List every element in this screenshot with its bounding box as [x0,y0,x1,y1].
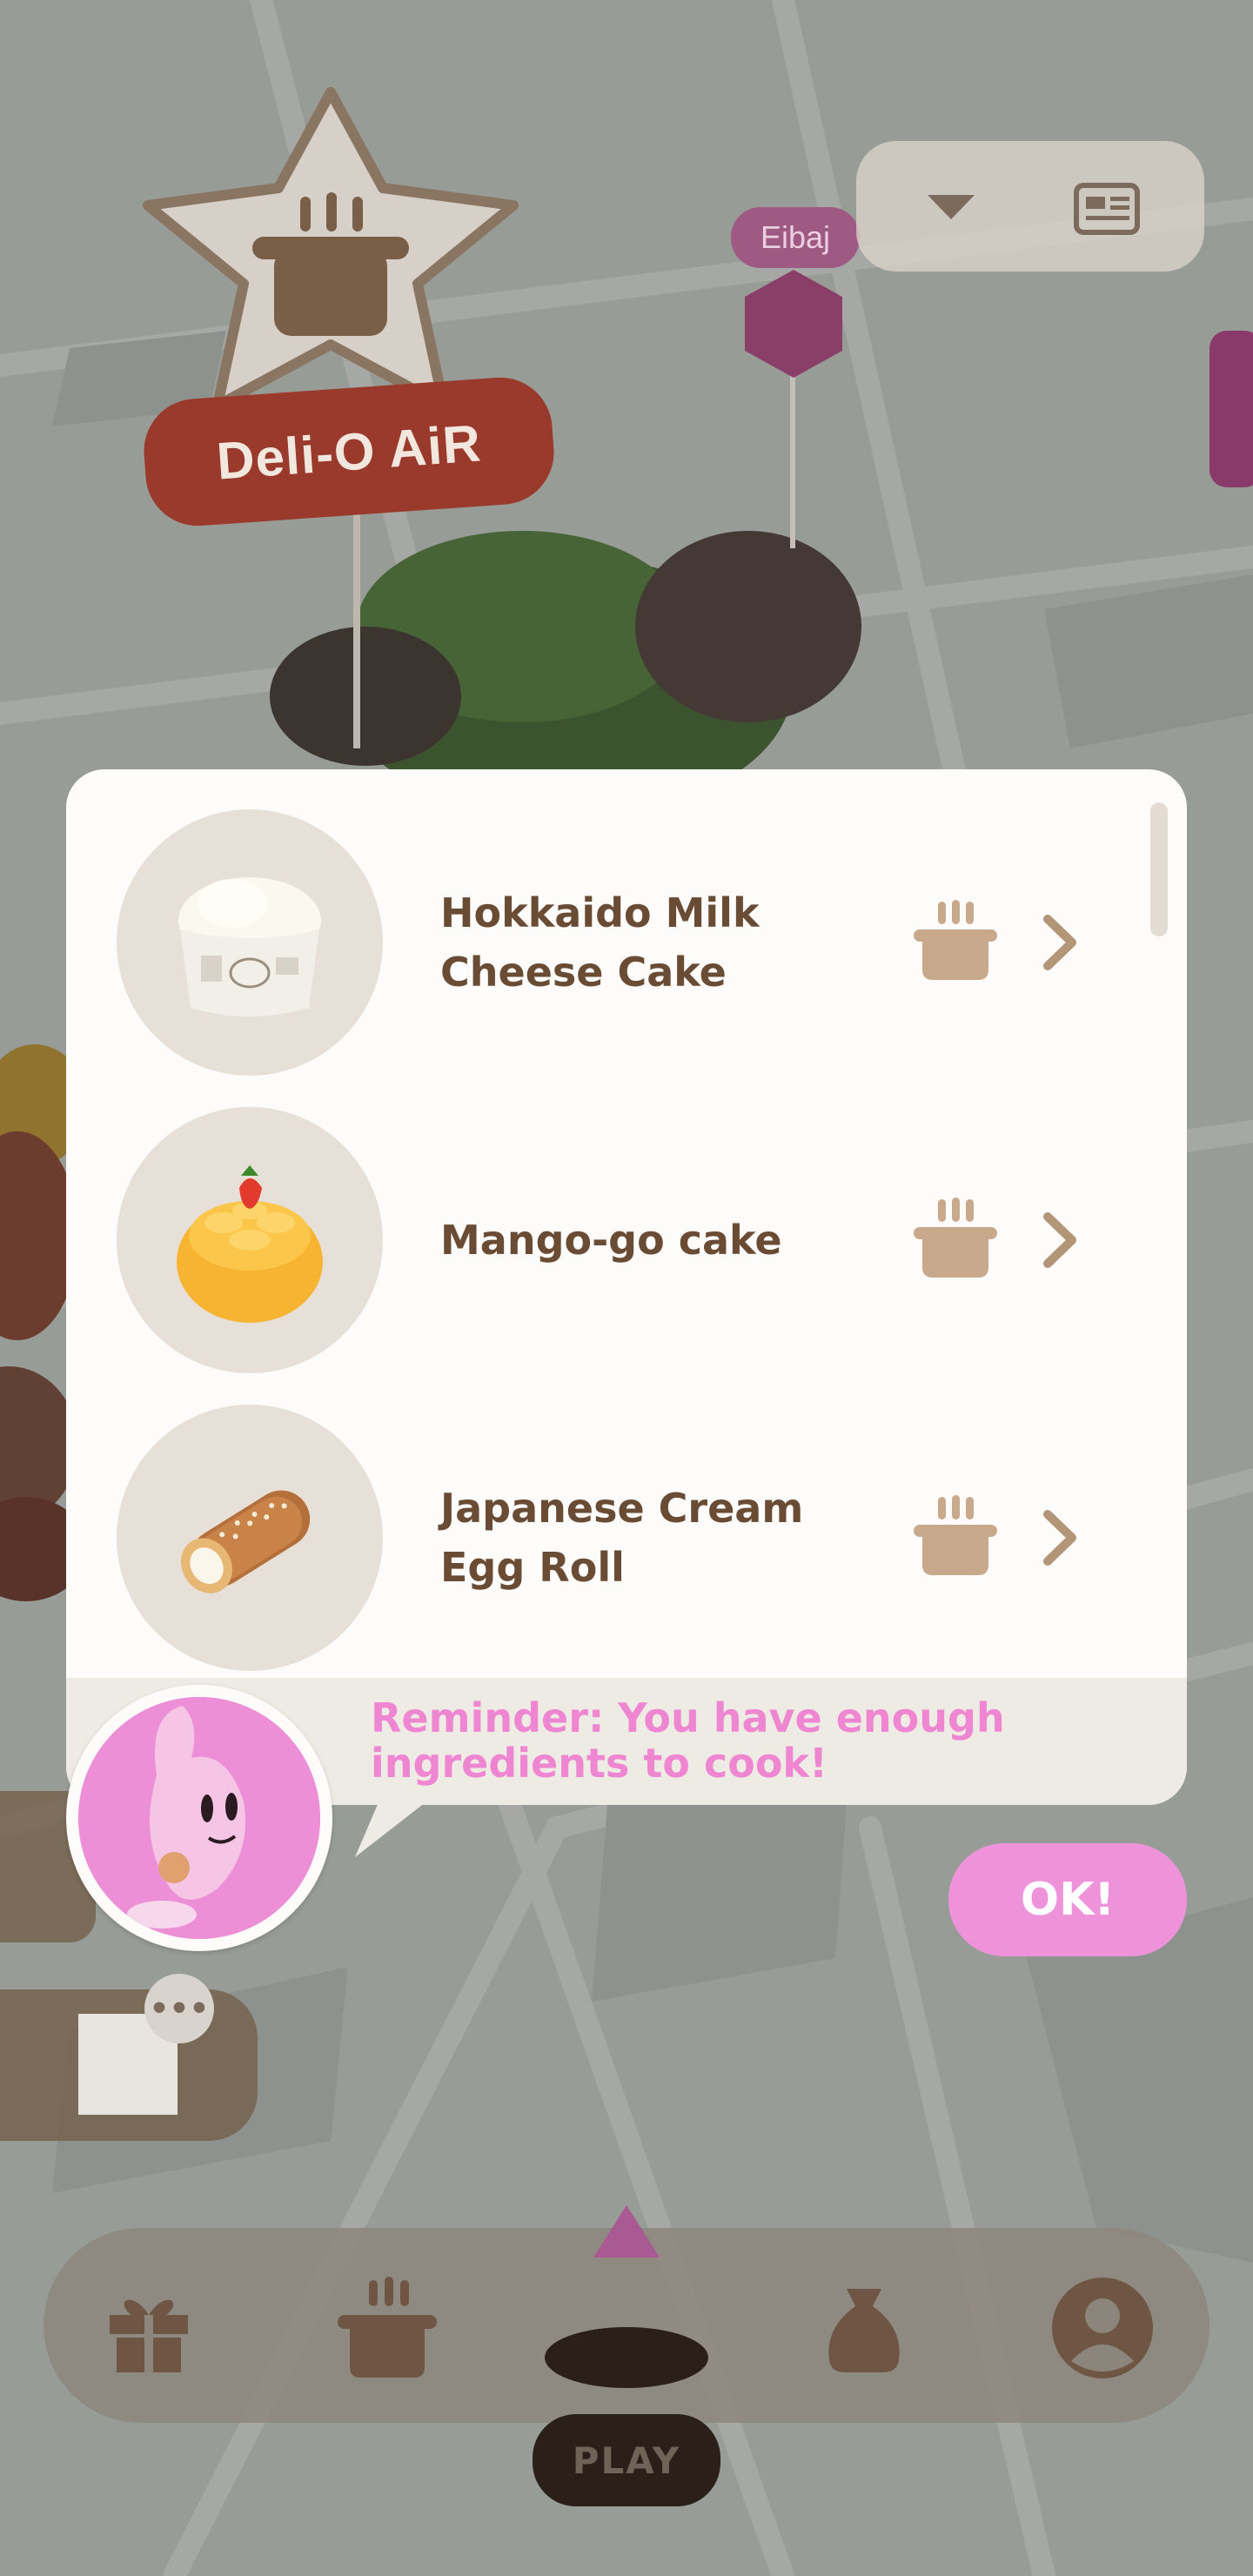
recipe-image [117,1405,383,1671]
pot-icon [914,1495,997,1575]
store-star-marker-icon[interactable] [131,84,531,414]
gift-icon [110,2299,188,2372]
pot-icon [914,900,997,980]
play-pad[interactable] [545,2327,708,2388]
nav-bag-button[interactable] [799,2263,929,2393]
pink-mascot-icon [78,1697,320,1939]
mascot-avatar [66,1685,332,1951]
cream-egg-roll-icon [181,1490,311,1593]
play-pin-icon[interactable] [593,2205,660,2271]
more-options-icon[interactable]: ••• [144,1974,214,2043]
nav-cook-button[interactable] [322,2263,452,2393]
milk-cheese-cake-cup-icon [178,877,321,1016]
recipe-name: Hokkaido Milk Cheese Cake [440,889,760,996]
nav-profile-button[interactable] [1037,2263,1168,2393]
recipe-name: Mango-go cake [440,1217,782,1264]
nearby-pin-pole [790,374,795,548]
reminder-text: Reminder: You have enough ingredients to… [371,1694,1005,1787]
ok-button[interactable]: OK! [948,1843,1187,1956]
chevron-right-icon[interactable] [1041,912,1079,973]
recipe-row[interactable]: Hokkaido Milk Cheese Cake [66,809,1110,1079]
nav-gift-button[interactable] [84,2263,214,2393]
recipe-row[interactable]: Mango-go cake [66,1107,1110,1377]
profile-icon [1052,2277,1153,2378]
mango-cake-icon [177,1165,323,1323]
pot-icon [338,2277,437,2378]
mascot-portrait [78,1697,320,1939]
recipe-name: Japanese Cream Egg Roll [440,1485,804,1591]
recipe-image [117,809,383,1076]
chevron-right-icon[interactable] [1041,1507,1079,1568]
offscreen-store-marker-icon[interactable] [1209,331,1253,487]
map-top-controls [856,141,1204,272]
pot-icon [914,1197,997,1278]
speech-bubble-tail [355,1796,433,1857]
nearby-store-tag[interactable]: Eibaj [731,207,860,268]
bag-icon [828,2289,900,2372]
chevron-right-icon[interactable] [1041,1210,1079,1271]
friend-activity-card[interactable] [0,1989,258,2141]
play-button[interactable]: PLAY [533,2414,720,2506]
recipe-image [117,1107,383,1373]
recipe-list-scrollbar[interactable] [1150,802,1168,936]
store-pin-pole [353,487,360,748]
chevron-down-icon[interactable] [928,191,975,221]
recipe-row[interactable]: Japanese Cream Egg Roll [66,1405,1110,1674]
news-icon[interactable] [1074,183,1140,235]
